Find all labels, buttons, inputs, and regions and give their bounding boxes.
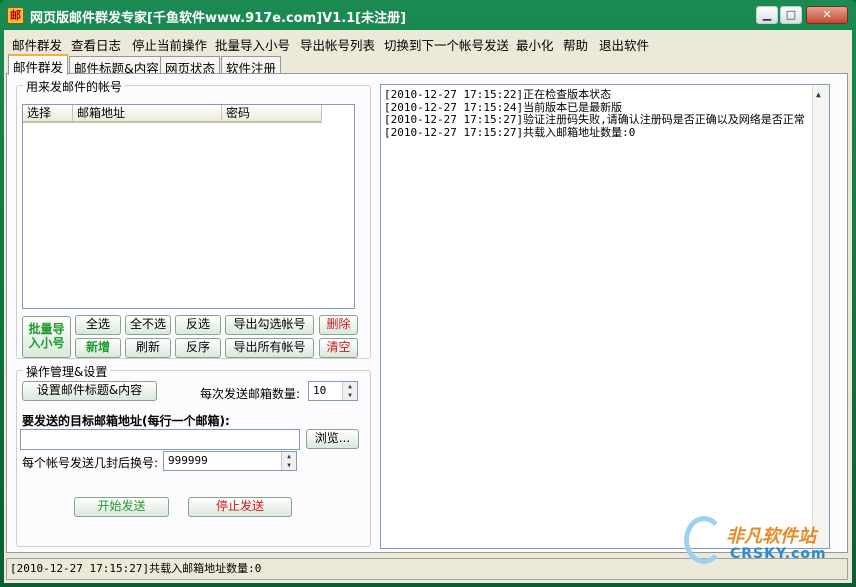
select-all-button[interactable]: 全选 <box>75 315 121 335</box>
app-window: 邮 网页版邮件群发专家[千鱼软件www.917e.com]V1.1[未注册] ▁… <box>0 0 856 587</box>
column-password[interactable]: 密码 <box>222 105 322 123</box>
window-title: 网页版邮件群发专家[千鱼软件www.917e.com]V1.1[未注册] <box>30 11 407 26</box>
menu-exit[interactable]: 退出软件 <box>599 35 649 54</box>
client-area: 邮件群发 查看日志 停止当前操作 批量导入小号 导出帐号列表 切换到下一个帐号发… <box>4 30 852 583</box>
watermark-logo: 非凡软件站 CRSKY.com <box>684 512 850 572</box>
app-icon: 邮 <box>7 7 24 24</box>
per-send-value: 10 <box>313 384 327 397</box>
settings-group-title: 操作管理&设置 <box>23 363 111 380</box>
title-bar[interactable]: 邮 网页版邮件群发专家[千鱼软件www.917e.com]V1.1[未注册] ▁… <box>0 0 856 30</box>
switch-after-input[interactable]: 999999 ▲ ▼ <box>163 451 297 471</box>
menu-view-log[interactable]: 查看日志 <box>71 35 121 54</box>
per-send-input[interactable]: 10 ▲ ▼ <box>308 381 358 401</box>
watermark-en: CRSKY.com <box>730 546 827 562</box>
log-line: [2010-12-27 17:15:27]验证注册码失败,请确认注册码是否正确以… <box>384 113 805 126</box>
set-subject-content-button[interactable]: 设置邮件标题&内容 <box>22 381 157 401</box>
invert-selection-button[interactable]: 反选 <box>175 315 221 335</box>
stop-send-button[interactable]: 停止发送 <box>188 497 292 517</box>
reverse-order-button[interactable]: 反序 <box>175 338 221 358</box>
clear-button[interactable]: 清空 <box>319 338 358 358</box>
menu-mail-send[interactable]: 邮件群发 <box>12 35 62 54</box>
scroll-up-icon[interactable]: ▲ <box>816 89 821 102</box>
log-scrollbar[interactable]: ▲ <box>812 85 829 548</box>
start-send-button[interactable]: 开始发送 <box>74 497 169 517</box>
watermark-swirl-icon <box>684 516 724 564</box>
watermark-cn: 非凡软件站 <box>726 526 816 547</box>
menu-next-account[interactable]: 切换到下一个帐号发送 <box>384 35 509 54</box>
log-box[interactable]: [2010-12-27 17:15:22]正在检查版本状态 [2010-12-2… <box>380 84 830 549</box>
tab-subject-content[interactable]: 邮件标题&内容 <box>69 56 164 76</box>
menu-export-accounts[interactable]: 导出帐号列表 <box>300 35 375 54</box>
accounts-group-title: 用来发邮件的帐号 <box>23 78 126 95</box>
browse-button[interactable]: 浏览... <box>306 429 359 449</box>
close-button[interactable]: ✕ <box>806 6 848 24</box>
tab-panel: 用来发邮件的帐号 选择 邮箱地址 密码 批量导 入小号 全选 全不选 反选 导出… <box>6 73 848 553</box>
add-button[interactable]: 新增 <box>75 338 121 358</box>
menu-help[interactable]: 帮助 <box>563 35 588 54</box>
column-email[interactable]: 邮箱地址 <box>73 105 222 123</box>
per-send-spinner[interactable]: ▲ ▼ <box>342 382 357 400</box>
per-send-label: 每次发送邮箱数量: <box>200 387 301 401</box>
targets-input[interactable] <box>20 429 300 450</box>
tab-registration[interactable]: 软件注册 <box>221 56 282 76</box>
tab-web-status[interactable]: 网页状态 <box>160 56 221 76</box>
accounts-group: 用来发邮件的帐号 选择 邮箱地址 密码 批量导 入小号 全选 全不选 反选 导出… <box>16 78 371 359</box>
select-none-button[interactable]: 全不选 <box>125 315 171 335</box>
menu-batch-import[interactable]: 批量导入小号 <box>215 35 290 54</box>
refresh-button[interactable]: 刷新 <box>125 338 171 358</box>
minimize-button[interactable]: ▁ <box>756 6 778 24</box>
maximize-button[interactable]: □ <box>780 6 802 24</box>
menu-minimize[interactable]: 最小化 <box>516 35 554 54</box>
delete-button[interactable]: 删除 <box>319 315 358 335</box>
log-line: [2010-12-27 17:15:22]正在检查版本状态 <box>384 88 612 101</box>
column-select[interactable]: 选择 <box>23 105 73 123</box>
tab-mail-send[interactable]: 邮件群发 <box>8 54 69 75</box>
batch-import-button[interactable]: 批量导 入小号 <box>22 316 71 358</box>
settings-group: 操作管理&设置 设置邮件标题&内容 每次发送邮箱数量: 10 ▲ ▼ 要发送的目标… <box>16 363 371 547</box>
targets-label: 要发送的目标邮箱地址(每行一个邮箱): <box>22 414 230 428</box>
switch-after-value: 999999 <box>168 454 208 467</box>
switch-after-label: 每个帐号发送几封后换号: <box>22 456 159 470</box>
switch-after-spinner[interactable]: ▲ ▼ <box>281 452 296 470</box>
menu-stop-current[interactable]: 停止当前操作 <box>132 35 207 54</box>
log-line: [2010-12-27 17:15:27]共载入邮箱地址数量:0 <box>384 125 636 139</box>
accounts-list[interactable]: 选择 邮箱地址 密码 <box>22 104 355 309</box>
export-checked-button[interactable]: 导出勾选帐号 <box>225 315 314 335</box>
export-all-button[interactable]: 导出所有帐号 <box>225 338 314 358</box>
